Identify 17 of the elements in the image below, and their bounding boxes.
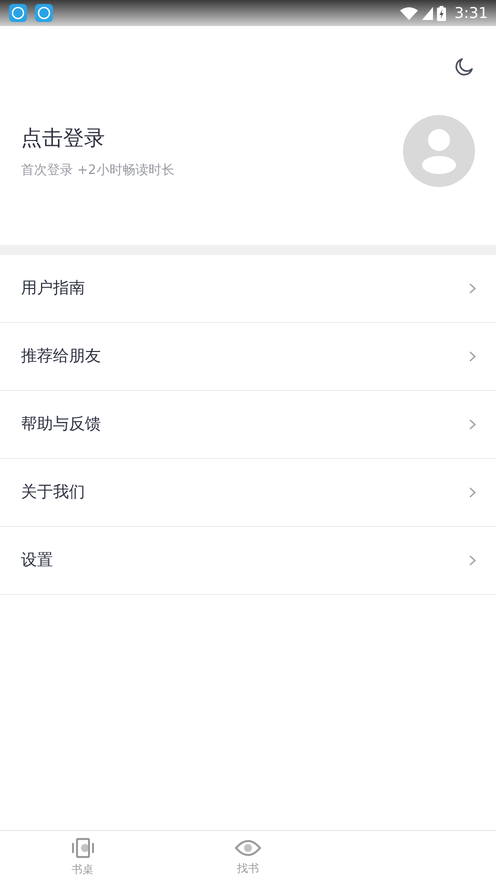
status-time: 3:31 [454,4,488,22]
login-title[interactable]: 点击登录 [21,124,174,152]
chevron-right-icon [469,419,476,430]
eye-icon [234,838,261,856]
login-subtitle: 首次登录 +2小时畅读时长 [21,162,174,178]
app-notification-icon [9,4,27,22]
chevron-right-icon [469,283,476,294]
chevron-right-icon [469,555,476,566]
chevron-right-icon [469,351,476,362]
app-notification-icon [35,4,53,22]
wifi-icon [400,6,418,20]
moon-icon [454,57,474,77]
battery-icon [437,6,446,20]
night-mode-button[interactable] [454,57,474,77]
book-icon [70,838,95,858]
signal-icon [422,6,434,20]
chevron-right-icon [469,487,476,498]
